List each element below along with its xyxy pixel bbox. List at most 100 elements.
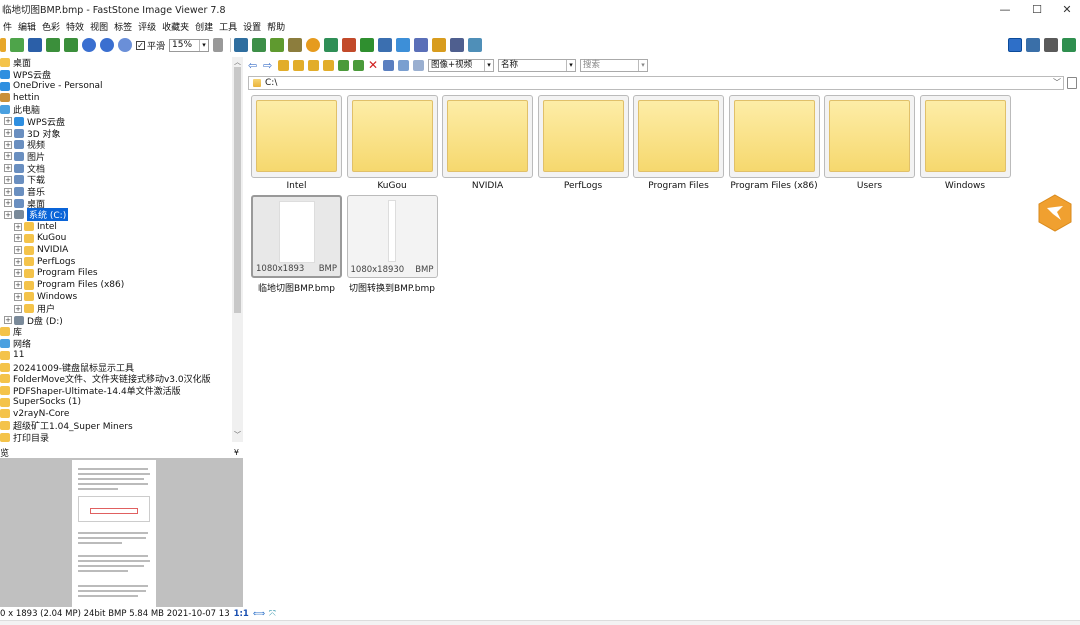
folder-tile[interactable] bbox=[537, 95, 629, 178]
menu-rating[interactable]: 评级 bbox=[135, 20, 159, 33]
tree-item[interactable]: + 文档 bbox=[4, 162, 45, 175]
tree-item[interactable]: +3D 对象 bbox=[4, 127, 61, 140]
fullscreen-icon[interactable] bbox=[1062, 38, 1076, 52]
folder-label[interactable]: NVIDIA bbox=[442, 181, 533, 191]
tree-item[interactable]: + Windows bbox=[14, 291, 77, 303]
expand-icon[interactable]: + bbox=[4, 129, 12, 138]
menu-create[interactable]: 创建 bbox=[192, 20, 216, 33]
effects-icon[interactable] bbox=[306, 38, 321, 52]
folder-tile[interactable] bbox=[633, 95, 724, 178]
path-value[interactable]: C:\ bbox=[265, 78, 277, 88]
copy-to-icon[interactable] bbox=[338, 60, 349, 71]
up-folder-icon[interactable] bbox=[278, 60, 289, 71]
menu-tags[interactable]: 标签 bbox=[111, 20, 135, 33]
file-label[interactable]: 临地切图BMP.bmp bbox=[251, 281, 342, 294]
forward-arrow-icon[interactable]: ⇨ bbox=[263, 60, 274, 71]
resize-icon[interactable] bbox=[234, 38, 249, 52]
expand-icon[interactable]: + bbox=[14, 222, 22, 231]
tree-item[interactable]: + 下载 bbox=[4, 174, 45, 186]
expand-icon[interactable]: + bbox=[14, 281, 22, 290]
email-icon[interactable] bbox=[468, 38, 483, 52]
expand-icon[interactable]: + bbox=[14, 234, 22, 243]
folder-tile[interactable] bbox=[728, 95, 820, 178]
adjust-colors-icon[interactable] bbox=[270, 38, 285, 52]
expand-icon[interactable]: + bbox=[14, 257, 22, 266]
tree-item[interactable]: 网络 bbox=[0, 338, 31, 350]
folder-label[interactable]: KuGou bbox=[347, 181, 438, 191]
menu-color[interactable]: 色彩 bbox=[39, 20, 63, 33]
crop-icon[interactable] bbox=[252, 38, 267, 52]
menu-help[interactable]: 帮助 bbox=[264, 20, 288, 33]
chevron-up-icon[interactable]: ︿ bbox=[232, 57, 243, 66]
folder-tile[interactable] bbox=[346, 95, 438, 178]
tree-item[interactable]: FolderMove文件、文件夹链接式移动v3.0汉化版 bbox=[0, 373, 211, 385]
zoom-in-icon[interactable] bbox=[82, 38, 96, 52]
folder-tile[interactable] bbox=[919, 95, 1011, 178]
ratio-label[interactable]: 1:1 bbox=[234, 609, 249, 619]
text-icon[interactable] bbox=[288, 38, 303, 52]
layout-thumbnails-icon[interactable] bbox=[1008, 38, 1022, 52]
compare-icon[interactable] bbox=[378, 38, 393, 52]
open-icon[interactable] bbox=[0, 38, 6, 52]
expand-icon[interactable]: + bbox=[14, 269, 22, 278]
tree-item[interactable]: + WPS云盘 bbox=[4, 116, 65, 128]
tree-item[interactable]: + Intel bbox=[14, 221, 57, 233]
tree-item[interactable]: + KuGou bbox=[14, 233, 66, 245]
batch-icon[interactable] bbox=[432, 38, 447, 52]
expand-icon[interactable]: + bbox=[14, 246, 22, 255]
tree-item[interactable]: + 图片 bbox=[4, 151, 45, 163]
menu-effects[interactable]: 特效 bbox=[63, 20, 87, 33]
tree-item[interactable]: v2rayN-Core bbox=[0, 408, 69, 420]
thumbnail-view-icon[interactable] bbox=[383, 60, 394, 71]
folder-favorite-icon[interactable] bbox=[308, 60, 319, 71]
rotate-right-icon[interactable] bbox=[360, 38, 375, 52]
move-to-icon[interactable] bbox=[353, 60, 364, 71]
folder-tile[interactable] bbox=[251, 95, 342, 178]
file-thumbnail[interactable]: 1080x18930 BMP bbox=[346, 195, 438, 278]
prev-image-icon[interactable] bbox=[46, 38, 60, 52]
folder-copy-icon[interactable] bbox=[323, 60, 334, 71]
details-view-icon[interactable] bbox=[413, 60, 424, 71]
tree-item[interactable]: 库 bbox=[0, 326, 22, 338]
maximize-button[interactable]: ☐ bbox=[1020, 0, 1054, 18]
view-mode-select[interactable]: 图像+视频 ▾ bbox=[428, 59, 494, 72]
expand-icon[interactable]: + bbox=[4, 140, 12, 149]
delete-icon[interactable]: ✕ bbox=[368, 59, 379, 71]
folder-label[interactable]: Program Files bbox=[633, 181, 724, 191]
tree-item[interactable]: + Program Files bbox=[14, 268, 98, 280]
tree-item[interactable]: + PerfLogs bbox=[14, 256, 75, 268]
layout-details-icon[interactable] bbox=[1026, 38, 1040, 52]
close-button[interactable]: ✕ bbox=[1050, 0, 1080, 18]
expand-icon[interactable]: + bbox=[4, 199, 12, 208]
folder-label[interactable]: PerfLogs bbox=[538, 181, 629, 191]
folder-tile[interactable] bbox=[824, 95, 915, 178]
expand-icon[interactable]: + bbox=[14, 292, 22, 301]
print-icon[interactable] bbox=[450, 38, 465, 52]
layout-preview-icon[interactable] bbox=[1044, 38, 1058, 52]
collapse-icon[interactable]: ¥ bbox=[234, 448, 239, 457]
tree-item[interactable]: 桌面 bbox=[0, 57, 31, 69]
smooth-checkbox[interactable]: ✓ 平滑 bbox=[136, 39, 165, 52]
menu-view[interactable]: 视图 bbox=[87, 20, 111, 33]
tree-item[interactable]: hettin bbox=[0, 92, 40, 104]
folder-tile[interactable] bbox=[442, 95, 533, 178]
tree-item[interactable]: + 视频 bbox=[4, 139, 45, 151]
sort-select[interactable]: 名称 ▾ bbox=[498, 59, 576, 72]
next-image-icon[interactable] bbox=[64, 38, 78, 52]
tree-item[interactable]: WPS云盘 bbox=[0, 69, 51, 81]
tree-item[interactable]: + 系统 (C:) bbox=[4, 208, 69, 222]
menu-file[interactable]: 件 bbox=[0, 20, 15, 33]
minimize-button[interactable]: — bbox=[988, 0, 1022, 18]
expand-icon[interactable]: + bbox=[14, 304, 22, 313]
expand-icon[interactable]: + bbox=[4, 164, 12, 173]
tree-scroll-thumb[interactable] bbox=[234, 67, 241, 313]
menu-settings[interactable]: 设置 bbox=[240, 20, 264, 33]
tree-item[interactable]: + D盘 (D:) bbox=[4, 314, 63, 327]
folder-label[interactable]: Program Files (x86) bbox=[729, 181, 820, 191]
save-icon[interactable] bbox=[28, 38, 42, 52]
folder-label[interactable]: Intel bbox=[251, 181, 342, 191]
zoom-select[interactable]: 15% ▾ bbox=[169, 38, 210, 52]
tree-scrollbar[interactable]: ︿ ﹀ bbox=[232, 57, 243, 442]
folder-label[interactable]: Users bbox=[824, 181, 915, 191]
back-arrow-icon[interactable]: ⇦ bbox=[248, 60, 259, 71]
